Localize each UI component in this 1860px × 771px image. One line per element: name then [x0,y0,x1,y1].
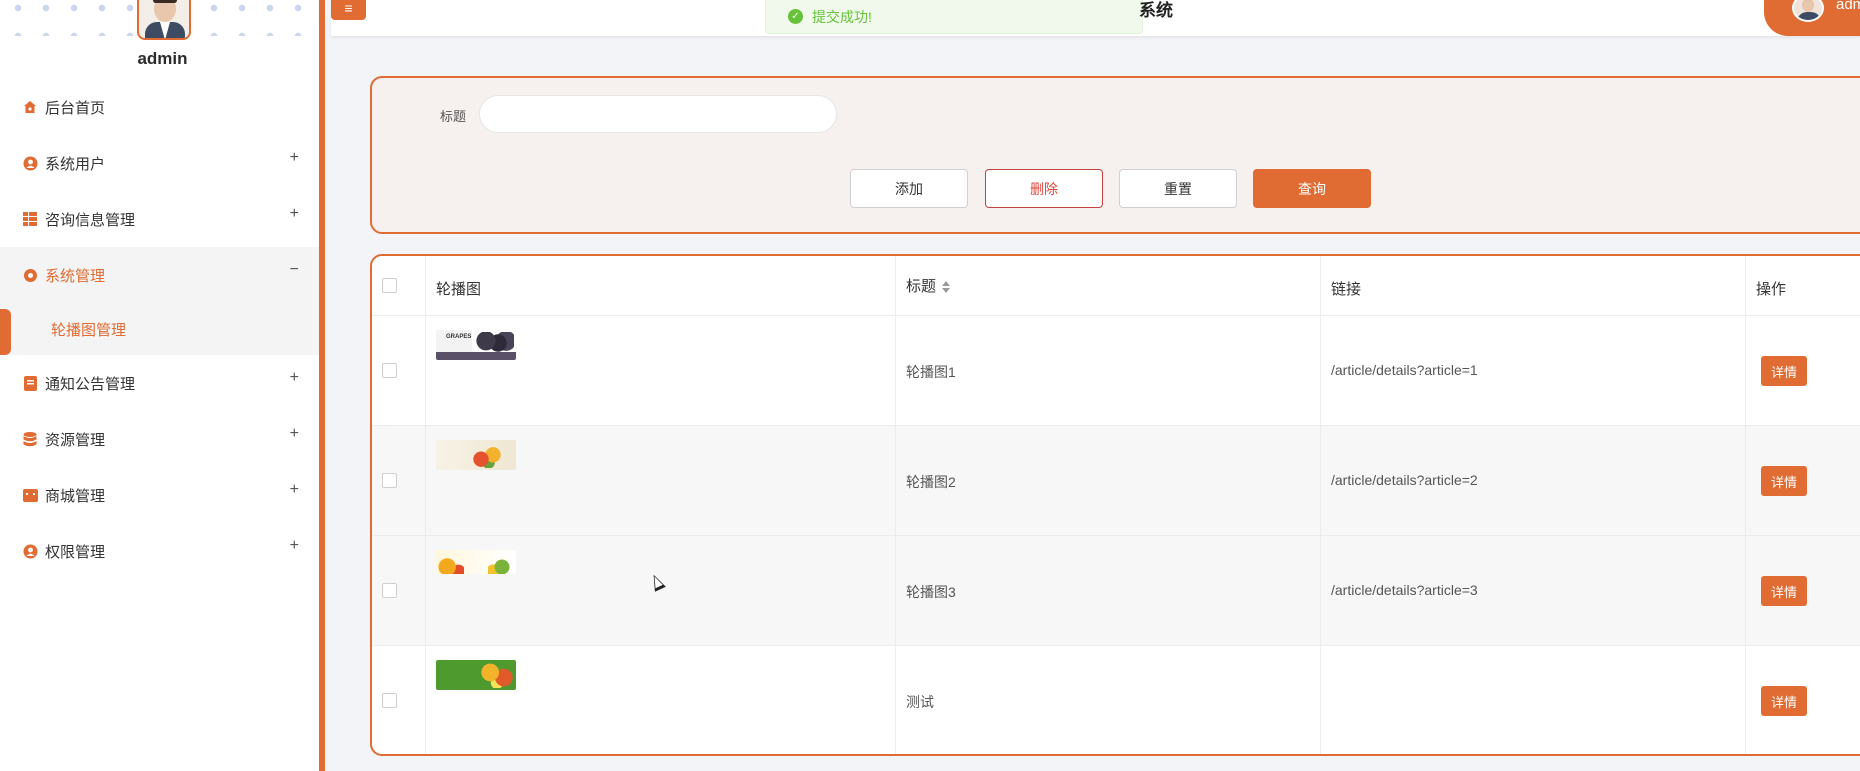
column-header-link: 链接 [1331,281,1362,298]
success-toast: ✓ 提交成功! [765,0,1143,34]
row-title: 测试 [906,694,934,710]
carousel-thumbnail [436,550,516,574]
sidebar-item-home[interactable]: 后台首页 [0,79,319,135]
sidebar-item-notice[interactable]: 通知公告管理 + [0,355,319,411]
sidebar-item-label: 商城管理 [45,487,106,505]
gear-icon [22,267,38,283]
check-circle-icon: ✓ [788,9,803,24]
table-row: 轮播图3 /article/details?article=3 详情 [372,536,1860,646]
carousel-thumbnail [436,440,516,470]
carousel-table: 轮播图 标题 链接 操作 GRAPES 轮播图1 /article/detail… [370,254,1860,756]
row-checkbox[interactable] [382,583,397,598]
collapse-icon[interactable]: − [290,261,299,279]
sidebar-item-permissions[interactable]: 权限管理 + [0,523,319,579]
grid-icon [22,211,38,227]
sidebar-item-system-users[interactable]: 系统用户 + [0,135,319,191]
sidebar-item-label: 系统管理 [45,267,106,285]
sidebar-item-resources[interactable]: 资源管理 + [0,411,319,467]
expand-icon[interactable]: + [290,369,299,387]
menu-toggle-button[interactable]: ≡ [331,0,366,20]
user-shield-icon [22,543,38,559]
row-title: 轮播图1 [906,364,956,380]
shop-icon [22,487,38,503]
expand-icon[interactable]: + [290,537,299,555]
header-username: adm [1836,0,1860,13]
detail-button[interactable]: 详情 [1761,356,1807,386]
row-checkbox[interactable] [382,693,397,708]
sidebar: admin 后台首页 系统用户 + 咨询信息管理 + 系统管理 − 轮播图管理 … [0,0,325,771]
column-header-actions: 操作 [1756,281,1787,298]
sidebar-item-consult[interactable]: 咨询信息管理 + [0,191,319,247]
select-all-checkbox[interactable] [382,278,397,293]
notice-icon [22,375,38,391]
carousel-thumbnail: GRAPES [436,330,516,360]
sidebar-username: admin [137,49,188,68]
top-bar: ≡ ✓ 提交成功! 系统 adm [331,0,1860,37]
detail-button[interactable]: 详情 [1761,686,1807,716]
column-header-title[interactable]: 标题 [906,275,951,296]
sidebar-item-label: 权限管理 [45,543,106,561]
table-row: 测试 详情 [372,646,1860,754]
user-icon [22,155,38,171]
row-link: /article/details?article=3 [1331,582,1478,598]
page-title: 系统 [1139,1,1173,20]
row-checkbox[interactable] [382,473,397,488]
database-icon [22,431,38,447]
avatar[interactable] [137,0,191,40]
user-menu[interactable]: adm [1764,0,1860,36]
column-header-image: 轮播图 [436,281,482,298]
search-panel: 标题 添加 删除 重置 查询 [370,76,1860,234]
row-checkbox[interactable] [382,363,397,378]
sidebar-menu: 后台首页 系统用户 + 咨询信息管理 + 系统管理 − 轮播图管理 通知公告管理… [0,79,319,579]
expand-icon[interactable]: + [290,205,299,223]
title-search-label: 标题 [440,109,467,124]
table-row: 轮播图2 /article/details?article=2 详情 [372,426,1860,536]
carousel-thumbnail [436,660,516,690]
sidebar-item-label: 系统用户 [45,155,106,173]
toast-message: 提交成功! [812,8,872,25]
detail-button[interactable]: 详情 [1761,576,1807,606]
table-header: 轮播图 标题 链接 操作 [372,256,1860,316]
title-search-input[interactable] [479,95,837,133]
query-button[interactable]: 查询 [1253,169,1371,208]
sidebar-subitem-label: 轮播图管理 [51,321,127,339]
sidebar-item-system-manage[interactable]: 系统管理 − [0,247,319,303]
row-title: 轮播图3 [906,584,956,600]
add-button[interactable]: 添加 [850,169,968,208]
sort-icon[interactable] [942,281,951,294]
detail-button[interactable]: 详情 [1761,466,1807,496]
avatar [1792,0,1824,22]
active-indicator [0,309,11,355]
expand-icon[interactable]: + [290,425,299,443]
delete-button[interactable]: 删除 [985,169,1103,208]
home-icon [22,99,38,115]
row-title: 轮播图2 [906,474,956,490]
row-link: /article/details?article=2 [1331,472,1478,488]
row-link: /article/details?article=1 [1331,362,1478,378]
sidebar-item-shop[interactable]: 商城管理 + [0,467,319,523]
sidebar-item-label: 咨询信息管理 [45,211,136,229]
sidebar-item-label: 后台首页 [45,99,106,117]
expand-icon[interactable]: + [290,149,299,167]
table-row: GRAPES 轮播图1 /article/details?article=1 详… [372,316,1860,426]
sidebar-item-label: 资源管理 [45,431,106,449]
sidebar-subitem-carousel[interactable]: 轮播图管理 [0,303,319,355]
sidebar-item-label: 通知公告管理 [45,375,136,393]
reset-button[interactable]: 重置 [1119,169,1237,208]
expand-icon[interactable]: + [290,481,299,499]
